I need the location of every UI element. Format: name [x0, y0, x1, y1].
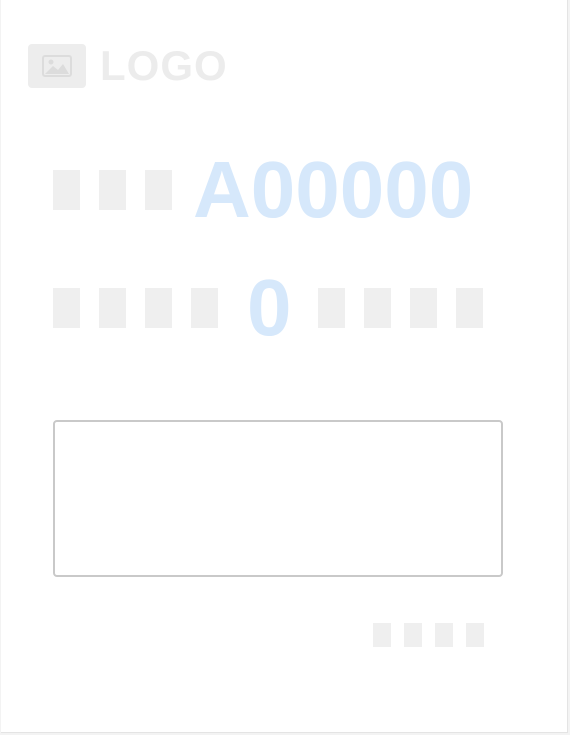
logo-text: LOGO	[100, 42, 228, 89]
image-icon	[28, 44, 86, 88]
queue-count-row: 0	[53, 268, 483, 348]
label-placeholder	[99, 288, 126, 328]
label-placeholder	[455, 288, 483, 328]
label-placeholder	[145, 288, 172, 328]
label-placeholder	[99, 170, 126, 210]
queue-count: 0	[247, 263, 292, 352]
label-placeholder	[363, 288, 391, 328]
footer-placeholder-row	[373, 623, 484, 647]
text-input-box[interactable]	[53, 420, 503, 577]
footer-placeholder	[466, 623, 484, 647]
footer-placeholder	[373, 623, 391, 647]
footer-placeholder	[404, 623, 422, 647]
footer-placeholder	[435, 623, 453, 647]
text-input[interactable]	[55, 422, 501, 575]
label-placeholder	[317, 288, 345, 328]
ticket-number: A00000	[193, 145, 474, 234]
label-placeholder	[145, 170, 172, 210]
ticket-card: LOGO A00000 0	[1, 0, 568, 733]
label-placeholder	[53, 170, 80, 210]
ticket-number-row: A00000	[53, 150, 473, 230]
logo: LOGO	[28, 44, 228, 88]
label-placeholder	[191, 288, 218, 328]
label-placeholder	[409, 288, 437, 328]
label-placeholder	[53, 288, 80, 328]
